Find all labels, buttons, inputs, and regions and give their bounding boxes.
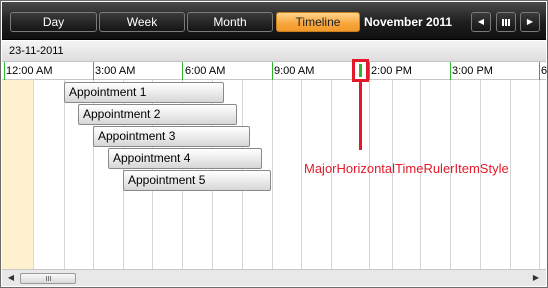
- previous-button[interactable]: ◀: [471, 12, 491, 32]
- time-label: 3:00 PM: [452, 65, 493, 77]
- major-tick: [93, 62, 94, 80]
- callout-label: MajorHorizontalTimeRulerItemStyle: [304, 161, 509, 176]
- major-tick: [4, 62, 5, 80]
- major-tick: [539, 62, 540, 80]
- timeline-view-button[interactable]: Timeline: [276, 12, 360, 32]
- scheduler-toolbar: Day Week Month Timeline November 2011 ◀ …: [2, 2, 546, 40]
- time-label: 12:00 AM: [6, 65, 53, 77]
- week-view-button[interactable]: Week: [99, 12, 185, 32]
- appointment[interactable]: Appointment 1: [64, 82, 224, 103]
- day-view-button[interactable]: Day: [10, 12, 97, 32]
- scheduler: Day Week Month Timeline November 2011 ◀ …: [0, 0, 548, 288]
- calendar-button[interactable]: [496, 12, 516, 32]
- scroll-left-icon[interactable]: ◀: [5, 272, 17, 284]
- date-header: 23-11-2011: [2, 41, 546, 62]
- time-label: 6: [541, 65, 548, 77]
- month-view-button[interactable]: Month: [187, 12, 273, 32]
- major-tick: [272, 62, 273, 80]
- callout-highlight-box: [352, 59, 369, 82]
- grid-line: [272, 80, 273, 269]
- non-working-hours: [2, 80, 34, 269]
- grid-line: [301, 80, 302, 269]
- major-tick: [182, 62, 183, 80]
- time-label: 6:00 AM: [185, 65, 226, 77]
- time-ruler: 12:00 AM 3:00 AM 6:00 AM 9:00 AM 2:00 PM…: [2, 62, 548, 80]
- time-label: 3:00 AM: [95, 65, 136, 77]
- next-button[interactable]: ▶: [520, 12, 540, 32]
- horizontal-scrollbar[interactable]: ◀ ▶: [2, 269, 546, 286]
- callout-pointer-line: [359, 82, 362, 150]
- major-tick: [369, 62, 370, 80]
- grid-line: [539, 80, 540, 269]
- appointment[interactable]: Appointment 2: [78, 104, 237, 125]
- period-title: November 2011: [364, 15, 453, 29]
- calendar-icon: [502, 19, 510, 26]
- grid-line: [64, 80, 65, 269]
- grid-line: [510, 80, 511, 269]
- time-label: 9:00 AM: [274, 65, 315, 77]
- scrollbar-thumb[interactable]: [20, 273, 76, 284]
- time-label: 2:00 PM: [371, 65, 412, 77]
- chevron-left-icon: ◀: [477, 17, 485, 26]
- appointment[interactable]: Appointment 3: [93, 126, 250, 147]
- date-label: 23-11-2011: [9, 45, 64, 57]
- grip-icon: [46, 276, 51, 281]
- chevron-right-icon: ▶: [526, 17, 534, 26]
- appointment[interactable]: Appointment 5: [123, 170, 271, 191]
- highlighted-major-tick: [359, 64, 362, 77]
- major-tick: [450, 62, 451, 80]
- appointment[interactable]: Appointment 4: [108, 148, 262, 169]
- scroll-right-icon[interactable]: ▶: [530, 272, 542, 284]
